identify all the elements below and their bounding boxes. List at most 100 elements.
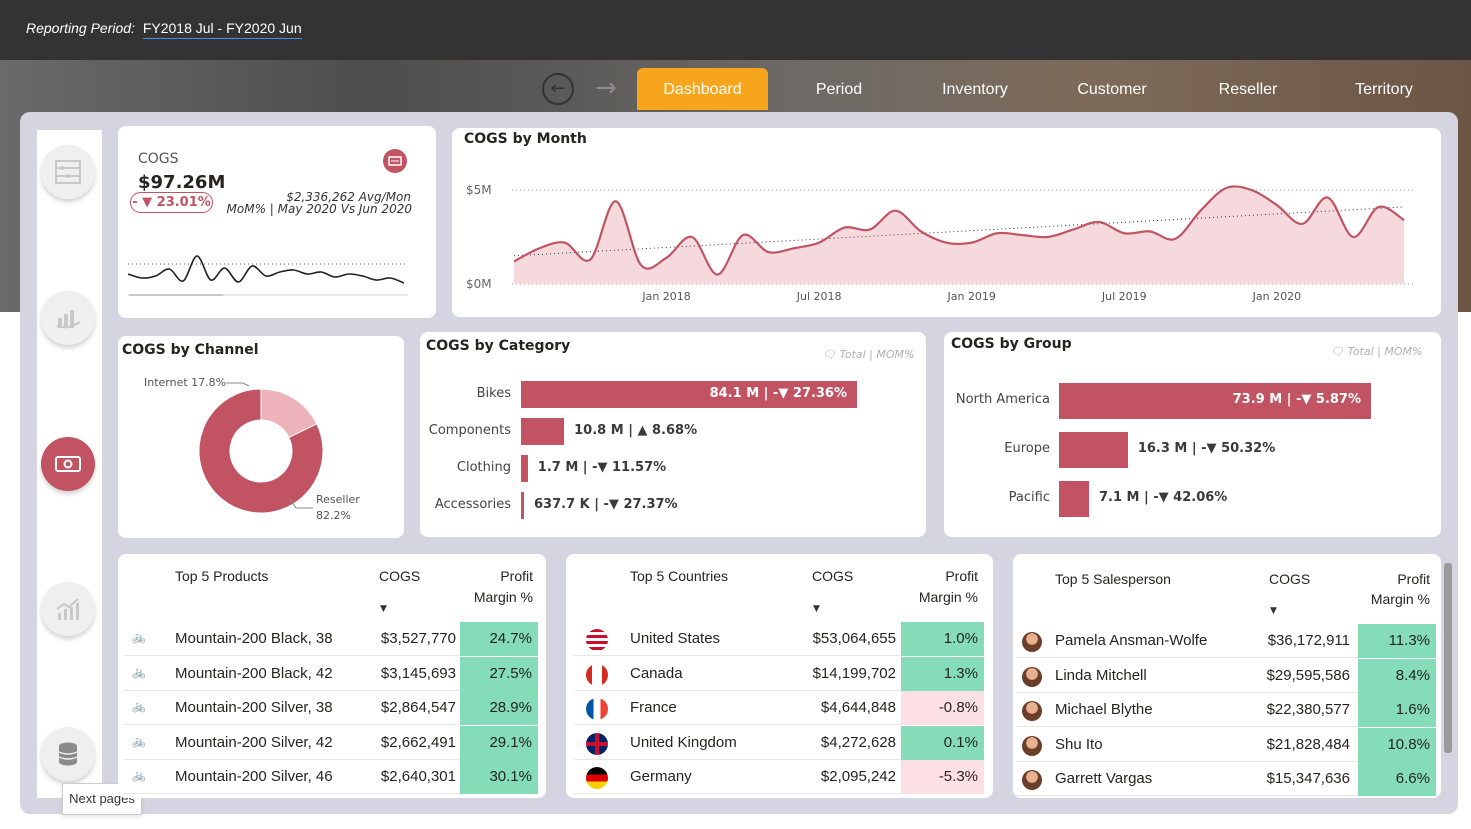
cash-icon[interactable] xyxy=(41,437,95,491)
products-row[interactable]: 🚲 Mountain-200 Black, 42 $3,145,693 27.5% xyxy=(124,656,538,691)
data-point[interactable] xyxy=(1042,231,1054,243)
row-margin: 1.3% xyxy=(901,656,984,691)
tab-inventory[interactable]: Inventory xyxy=(930,68,1020,110)
bicycle-icon: 🚲 xyxy=(132,701,146,713)
data-point[interactable] xyxy=(940,237,952,249)
bar-europe[interactable] xyxy=(1059,432,1128,468)
bar-clothing[interactable] xyxy=(521,455,528,482)
abacus-icon[interactable] xyxy=(41,145,95,199)
data-point[interactable] xyxy=(1347,231,1359,243)
salespeople-row[interactable]: Pamela Ansman-Wolfe $36,172,911 11.3% xyxy=(1016,624,1436,658)
x-tick-label: Jul 2018 xyxy=(796,290,842,303)
data-point[interactable] xyxy=(1169,233,1181,245)
products-row[interactable]: 🚲 Mountain-200 Silver, 38 $2,864,547 28.9% xyxy=(124,691,538,725)
data-point[interactable] xyxy=(533,242,545,254)
data-point[interactable] xyxy=(813,237,825,249)
france-flag-icon xyxy=(586,698,608,720)
database-icon[interactable] xyxy=(41,727,95,781)
col-header-margin[interactable]: Margin % xyxy=(895,589,978,605)
bar-value-label: 84.1 M | -▼ 27.36% xyxy=(709,385,847,401)
data-point[interactable] xyxy=(788,242,800,254)
salespeople-row[interactable]: Linda Mitchell $29,595,586 8.4% xyxy=(1016,658,1436,693)
countries-row[interactable]: France $4,644,848 -0.8% xyxy=(574,691,984,725)
row-cogs: $2,095,242 xyxy=(820,768,896,785)
col-header-cogs[interactable]: COGS xyxy=(1269,571,1310,587)
data-point[interactable] xyxy=(1144,225,1156,237)
data-point[interactable] xyxy=(737,229,749,241)
data-point[interactable] xyxy=(559,237,571,249)
data-point[interactable] xyxy=(762,246,774,258)
cogs-by-channel-donut: Internet 17.8% Reseller 82.2% xyxy=(144,376,360,522)
col-header-profit[interactable]: Profit xyxy=(920,568,978,584)
data-point[interactable] xyxy=(1373,201,1385,213)
col-header-name[interactable]: Top 5 Salesperson xyxy=(1055,571,1171,587)
growth-chart-icon[interactable] xyxy=(41,582,95,636)
data-point[interactable] xyxy=(686,231,698,243)
data-point[interactable] xyxy=(661,252,673,264)
sort-desc-icon[interactable]: ▼ xyxy=(813,604,820,614)
data-point[interactable] xyxy=(711,269,723,281)
chart-title: COGS by Category xyxy=(426,338,571,354)
products-row[interactable]: 🚲 Mountain-200 Black, 38 $3,527,770 24.7% xyxy=(124,622,538,656)
data-point[interactable] xyxy=(1271,199,1283,211)
tab-reseller[interactable]: Reseller xyxy=(1208,68,1288,110)
data-point[interactable] xyxy=(1322,192,1334,204)
data-point[interactable] xyxy=(1093,216,1105,228)
col-header-name[interactable]: Top 5 Countries xyxy=(630,568,728,584)
tab-territory[interactable]: Territory xyxy=(1344,68,1424,110)
bar-pacific[interactable] xyxy=(1059,481,1089,517)
tab-period[interactable]: Period xyxy=(800,68,878,110)
salespeople-row[interactable]: Shu Ito $21,828,484 10.8% xyxy=(1016,727,1436,762)
countries-row[interactable]: United Kingdom $4,272,628 0.1% xyxy=(574,725,984,760)
data-point[interactable] xyxy=(966,237,978,249)
row-name: Mountain-200 Silver, 46 xyxy=(175,768,333,785)
sort-desc-icon[interactable]: ▼ xyxy=(380,604,387,614)
data-point[interactable] xyxy=(1245,184,1257,196)
tab-dashboard[interactable]: Dashboard xyxy=(637,68,768,110)
col-header-cogs[interactable]: COGS xyxy=(379,568,420,584)
back-arrow-icon[interactable]: ← xyxy=(542,73,574,105)
col-header-margin[interactable]: Margin % xyxy=(1345,591,1430,607)
salespeople-row[interactable]: Michael Blythe $22,380,577 1.6% xyxy=(1016,693,1436,727)
table-scrollbar[interactable] xyxy=(1444,563,1452,753)
data-point[interactable] xyxy=(1220,182,1232,194)
data-point[interactable] xyxy=(889,205,901,217)
period-value-link[interactable]: FY2018 Jul - FY2020 Jun xyxy=(142,20,302,39)
data-point[interactable] xyxy=(1118,227,1130,239)
products-row[interactable]: 🚲 Mountain-200 Silver, 42 $2,662,491 29.1% xyxy=(124,725,538,760)
data-point[interactable] xyxy=(1296,218,1308,230)
row-name: Linda Mitchell xyxy=(1055,666,1147,684)
comment-icon: 🗨 xyxy=(822,348,836,361)
countries-row[interactable]: United States $53,064,655 1.0% xyxy=(574,622,984,656)
tab-customer[interactable]: Customer xyxy=(1066,68,1158,110)
salespeople-row[interactable]: Garrett Vargas $15,347,636 6.6% xyxy=(1016,762,1436,796)
bar-category-label: Europe xyxy=(1004,441,1050,456)
data-point[interactable] xyxy=(584,254,596,266)
data-point[interactable] xyxy=(915,225,927,237)
data-point[interactable] xyxy=(508,255,520,267)
col-header-margin[interactable]: Margin % xyxy=(450,589,533,605)
group-legend-note: Total | MOM% xyxy=(1347,345,1423,358)
bar-accessories[interactable] xyxy=(521,492,524,519)
col-header-name[interactable]: Top 5 Products xyxy=(175,568,268,584)
data-point[interactable] xyxy=(1017,229,1029,241)
data-point[interactable] xyxy=(1195,205,1207,217)
col-header-cogs[interactable]: COGS xyxy=(812,568,853,584)
countries-row[interactable]: Canada $14,199,702 1.3% xyxy=(574,656,984,691)
data-point[interactable] xyxy=(839,222,851,234)
products-row[interactable]: 🚲 Mountain-200 Silver, 46 $2,640,301 30.1% xyxy=(124,760,538,794)
money-hand-icon[interactable] xyxy=(41,291,95,345)
col-header-profit[interactable]: Profit xyxy=(480,568,533,584)
data-point[interactable] xyxy=(1067,223,1079,235)
bar-components[interactable] xyxy=(521,418,565,445)
data-point[interactable] xyxy=(635,259,647,271)
countries-row[interactable]: Germany $2,095,242 -5.3% xyxy=(574,760,984,794)
sort-desc-icon[interactable]: ▼ xyxy=(1270,606,1277,616)
data-point[interactable] xyxy=(864,223,876,235)
data-point[interactable] xyxy=(991,227,1003,239)
data-point[interactable] xyxy=(610,195,622,207)
row-cogs: $2,864,547 xyxy=(380,699,456,716)
data-point[interactable] xyxy=(1398,214,1410,226)
col-header-profit[interactable]: Profit xyxy=(1370,571,1430,587)
forward-arrow-icon[interactable]: → xyxy=(590,73,622,105)
